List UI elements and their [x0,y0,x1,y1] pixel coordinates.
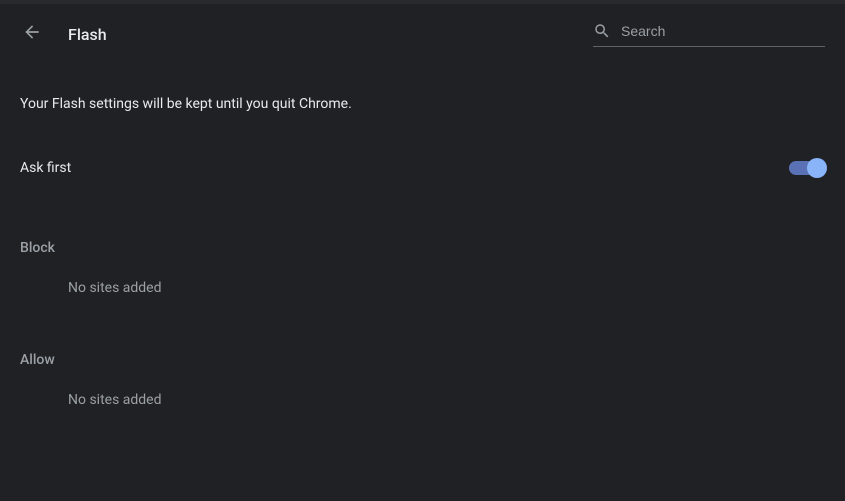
content-area: Your Flash settings will be kept until y… [0,96,845,408]
search-input[interactable] [621,23,825,39]
flash-notice: Your Flash settings will be kept until y… [20,96,825,112]
search-icon [593,22,611,40]
ask-first-row: Ask first [20,152,825,184]
allow-section-title: Allow [20,352,825,368]
block-empty-text: No sites added [20,256,825,296]
ask-first-toggle[interactable] [789,161,825,175]
block-section: Block No sites added [20,240,825,296]
toggle-knob-icon [807,158,827,178]
allow-section: Allow No sites added [20,352,825,408]
page-title: Flash [68,25,107,44]
ask-first-label: Ask first [20,160,71,176]
block-section-title: Block [20,240,825,256]
search-field[interactable] [593,22,825,47]
allow-empty-text: No sites added [20,368,825,408]
page-header: Flash [0,4,845,64]
back-button[interactable] [20,22,44,46]
arrow-left-icon [22,22,42,46]
